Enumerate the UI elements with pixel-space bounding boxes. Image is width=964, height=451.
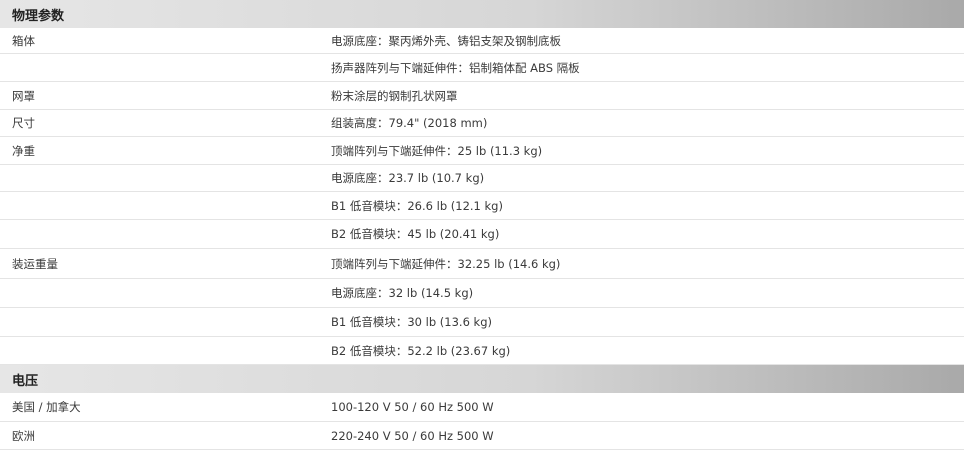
spec-table: 物理参数 箱体 电源底座：聚丙烯外壳、铸铝支架及钢制底板 扬声器阵列与下端延伸件…: [0, 0, 964, 450]
table-row: 扬声器阵列与下端延伸件：铝制箱体配 ABS 隔板: [0, 54, 964, 82]
table-row: B1 低音模块：26.6 lb (12.1 kg): [0, 192, 964, 220]
row-value: 组装高度：79.4" (2018 mm): [331, 116, 488, 130]
section-title: 电压: [12, 373, 39, 389]
row-value: 电源底座：聚丙烯外壳、铸铝支架及钢制底板: [331, 33, 561, 48]
table-row: 欧洲 220-240 V 50 / 60 Hz 500 W: [0, 422, 964, 450]
table-row: B2 低音模块：45 lb (20.41 kg): [0, 220, 964, 249]
row-label: 净重: [12, 143, 35, 158]
row-value: 220-240 V 50 / 60 Hz 500 W: [331, 428, 494, 443]
row-value: B2 低音模块：52.2 lb (23.67 kg): [331, 343, 511, 358]
table-row: B1 低音模块：30 lb (13.6 kg): [0, 308, 964, 337]
row-label: 欧洲: [12, 428, 35, 443]
row-label: 装运重量: [12, 256, 58, 271]
row-label: 箱体: [12, 33, 35, 48]
table-row: B2 低音模块：52.2 lb (23.67 kg): [0, 337, 964, 365]
table-row: 装运重量 顶端阵列与下端延伸件：32.25 lb (14.6 kg): [0, 249, 964, 279]
row-value: 粉末涂层的钢制孔状网罩: [331, 88, 458, 103]
section-title: 物理参数: [12, 8, 65, 24]
row-value: 扬声器阵列与下端延伸件：铝制箱体配 ABS 隔板: [331, 60, 580, 75]
row-label: 网罩: [12, 88, 35, 103]
section-header-physical: 物理参数: [0, 0, 964, 28]
table-row: 电源底座：23.7 lb (10.7 kg): [0, 165, 964, 192]
row-label: 尺寸: [12, 116, 35, 130]
table-row: 电源底座：32 lb (14.5 kg): [0, 279, 964, 308]
section-header-voltage: 电压: [0, 365, 964, 393]
row-value: B1 低音模块：26.6 lb (12.1 kg): [331, 198, 503, 213]
table-row: 美国 / 加拿大 100-120 V 50 / 60 Hz 500 W: [0, 393, 964, 422]
row-label: 美国 / 加拿大: [12, 400, 81, 414]
table-row: 箱体 电源底座：聚丙烯外壳、铸铝支架及钢制底板: [0, 28, 964, 54]
row-value: B2 低音模块：45 lb (20.41 kg): [331, 227, 500, 241]
row-value: 电源底座：23.7 lb (10.7 kg): [331, 171, 485, 185]
table-row: 网罩 粉末涂层的钢制孔状网罩: [0, 82, 964, 110]
row-value: 顶端阵列与下端延伸件：32.25 lb (14.6 kg): [331, 256, 561, 271]
row-value: B1 低音模块：30 lb (13.6 kg): [331, 315, 492, 329]
row-value: 100-120 V 50 / 60 Hz 500 W: [331, 400, 494, 414]
row-value: 电源底座：32 lb (14.5 kg): [331, 286, 474, 300]
table-row: 尺寸 组装高度：79.4" (2018 mm): [0, 110, 964, 137]
table-row: 净重 顶端阵列与下端延伸件：25 lb (11.3 kg): [0, 137, 964, 165]
row-value: 顶端阵列与下端延伸件：25 lb (11.3 kg): [331, 143, 543, 158]
